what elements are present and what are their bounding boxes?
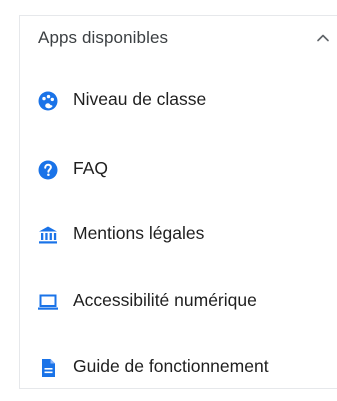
- palette-icon: [38, 91, 58, 111]
- app-item-label: Niveau de classe: [73, 89, 207, 109]
- laptop-icon: [38, 294, 58, 310]
- apps-panel-title: Apps disponibles: [38, 28, 169, 47]
- app-item-mentions-legales[interactable]: Mentions légales: [20, 215, 337, 255]
- app-item-guide-de-fonctionnement[interactable]: Guide de fonctionnement: [20, 348, 337, 388]
- app-item-label: FAQ: [73, 158, 109, 178]
- apps-panel: Apps disponibles Niveau de classe FAQ Me…: [19, 15, 337, 389]
- app-item-label: Guide de fonctionnement: [73, 356, 269, 376]
- app-item-label: Mentions légales: [73, 223, 205, 243]
- help-circle-icon: [38, 160, 58, 180]
- apps-panel-header[interactable]: Apps disponibles: [20, 16, 337, 60]
- document-icon: [42, 359, 55, 377]
- app-item-accessibilite-numerique[interactable]: Accessibilité numérique: [20, 282, 337, 322]
- chevron-up-icon[interactable]: [316, 31, 330, 45]
- bank-icon: [39, 226, 57, 244]
- app-item-label: Accessibilité numérique: [73, 290, 257, 310]
- app-item-faq[interactable]: FAQ: [20, 150, 337, 190]
- app-item-niveau-de-classe[interactable]: Niveau de classe: [20, 81, 337, 121]
